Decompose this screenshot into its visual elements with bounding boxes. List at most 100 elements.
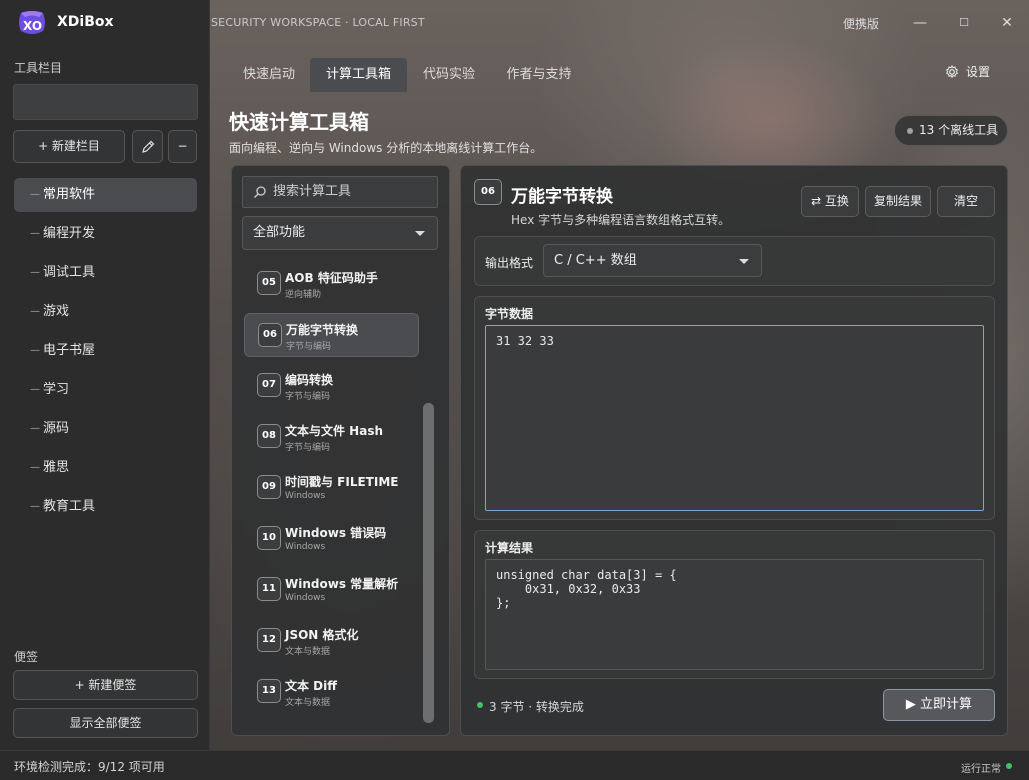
tool-category: 字节与编码: [286, 342, 332, 352]
tool-item-constants[interactable]: 11 Windows 常量解析 Windows: [244, 568, 419, 612]
toolbar-name-input[interactable]: [13, 84, 198, 120]
tool-name: Windows 常量解析: [285, 577, 399, 591]
app-logo-icon: XO: [19, 11, 45, 34]
settings-label: 设置: [966, 65, 991, 79]
sidebar-item-debug-tools[interactable]: — 调试工具: [14, 256, 197, 290]
sidebar-item-common-software[interactable]: — 常用软件: [14, 178, 197, 212]
tool-category: 文本与数据: [285, 647, 331, 657]
page-subtitle: 面向编程、逆向与 Windows 分析的本地离线计算工作台。: [229, 141, 543, 155]
search-placeholder: 搜索计算工具: [273, 184, 352, 199]
bullet-icon: —: [30, 423, 40, 434]
status-dot-icon: [477, 702, 483, 708]
tool-item-byte-convert[interactable]: 06 万能字节转换 字节与编码: [244, 313, 419, 357]
new-column-button[interactable]: + 新建栏目: [13, 130, 125, 163]
badge-label: 13 个离线工具: [919, 123, 999, 137]
sidebar-item-label: 雅思: [43, 460, 70, 475]
sidebar-item-education-tools[interactable]: — 教育工具: [14, 490, 197, 524]
output-format-select[interactable]: C / C++ 数组: [543, 244, 762, 277]
environment-status: 环境检测完成：9/12 项可用: [14, 760, 165, 774]
sidebar-item-programming[interactable]: — 编程开发: [14, 217, 197, 251]
clear-button[interactable]: 清空: [937, 186, 995, 217]
notes-section-label: 便签: [14, 650, 39, 664]
tab-quick-launch[interactable]: 快速启动: [231, 58, 307, 92]
sidebar-item-label: 游戏: [43, 304, 70, 319]
tool-category: Windows: [285, 593, 326, 603]
close-button[interactable]: ✕: [992, 10, 1022, 36]
tool-category: 逆向辅助: [285, 290, 322, 300]
chevron-down-icon: [739, 258, 749, 264]
swap-button[interactable]: ⇄ 互换: [801, 186, 859, 217]
sidebar-item-label: 教育工具: [43, 499, 96, 514]
result-output-textarea[interactable]: unsigned char data[3] = { 0x31, 0x32, 0x…: [485, 559, 984, 670]
sidebar-item-ielts[interactable]: — 雅思: [14, 451, 197, 485]
offline-tools-badge: 13 个离线工具: [894, 115, 1008, 146]
bullet-icon: —: [30, 501, 40, 512]
page-title: 快速计算工具箱: [229, 110, 369, 134]
tool-list-scrollbar[interactable]: [423, 403, 434, 723]
sidebar-item-label: 源码: [43, 421, 70, 436]
byte-input-textarea[interactable]: 31 32 33: [485, 325, 984, 511]
filter-value: 全部功能: [253, 225, 306, 240]
badge-dot-icon: [907, 128, 913, 134]
output-format-label: 输出格式: [485, 256, 534, 270]
edit-column-button[interactable]: [132, 130, 163, 163]
show-all-notes-button[interactable]: 显示全部便签: [13, 708, 198, 738]
pencil-icon: [141, 140, 154, 153]
tool-item-error-code[interactable]: 10 Windows 错误码 Windows: [244, 517, 419, 561]
tool-item-diff[interactable]: 13 文本 Diff 文本与数据: [244, 670, 419, 714]
tab-code-lab[interactable]: 代码实验: [410, 58, 488, 92]
tab-author-support[interactable]: 作者与支持: [495, 58, 583, 92]
tool-category: Windows: [285, 542, 326, 552]
chevron-down-icon: [415, 231, 425, 236]
tool-number: 13: [257, 679, 281, 703]
remove-column-button[interactable]: −: [168, 130, 197, 163]
minimize-button[interactable]: —: [905, 10, 935, 36]
detail-tool-number: 06: [474, 179, 502, 205]
tool-category: Windows: [285, 491, 326, 501]
settings-button[interactable]: 设置: [933, 59, 1003, 85]
maximize-button[interactable]: ☐: [949, 10, 979, 36]
tool-item-aob[interactable]: 05 AOB 特征码助手 逆向辅助: [244, 262, 419, 306]
bullet-icon: —: [30, 345, 40, 356]
tool-number: 05: [257, 271, 281, 295]
category-filter-select[interactable]: 全部功能: [242, 216, 438, 250]
tool-number: 09: [257, 475, 281, 499]
tool-name: 文本与文件 Hash: [285, 424, 384, 438]
run-calculation-button[interactable]: ▶ 立即计算: [883, 689, 995, 721]
tool-name: 万能字节转换: [286, 323, 359, 337]
tool-name: JSON 格式化: [285, 628, 359, 642]
bullet-icon: —: [30, 384, 40, 395]
tool-item-hash[interactable]: 08 文本与文件 Hash 字节与编码: [244, 415, 419, 459]
tool-item-json[interactable]: 12 JSON 格式化 文本与数据: [244, 619, 419, 663]
running-status: 运行正常: [961, 764, 1001, 775]
tool-search-input[interactable]: 搜索计算工具: [242, 176, 438, 208]
tool-item-timestamp[interactable]: 09 时间戳与 FILETIME Windows: [244, 466, 419, 510]
sidebar-item-games[interactable]: — 游戏: [14, 295, 197, 329]
tool-number: 06: [258, 323, 282, 347]
tool-number: 08: [257, 424, 281, 448]
sidebar-item-label: 编程开发: [43, 226, 96, 241]
sidebar-item-study[interactable]: — 学习: [14, 373, 197, 407]
copy-result-button[interactable]: 复制结果: [865, 186, 931, 217]
toolbar-section-label: 工具栏目: [14, 61, 63, 75]
sidebar: 工具栏目 + 新建栏目 − — 常用软件 — 编程开发 — 调试工具 — 游戏 — 电子书…: [0, 0, 210, 750]
title-bar: XO XDiBox SECURITY WORKSPACE · LOCAL FIR…: [0, 0, 1029, 48]
status-bar: 环境检测完成：9/12 项可用 运行正常: [0, 750, 1029, 780]
result-section-label: 计算结果: [485, 541, 534, 555]
sidebar-item-label: 调试工具: [43, 265, 96, 280]
tool-name: Windows 错误码: [285, 526, 387, 540]
tool-category: 字节与编码: [285, 392, 331, 402]
tool-item-encoding[interactable]: 07 编码转换 字节与编码: [244, 364, 419, 408]
sidebar-item-label: 电子书屋: [43, 343, 96, 358]
bullet-icon: —: [30, 267, 40, 278]
tab-calculator-toolbox[interactable]: 计算工具箱: [310, 58, 407, 92]
tool-number: 11: [257, 577, 281, 601]
sidebar-item-ebooks[interactable]: — 电子书屋: [14, 334, 197, 368]
new-note-button[interactable]: + 新建便签: [13, 670, 198, 700]
detail-subtitle: Hex 字节与多种编程语言数组格式互转。: [511, 213, 731, 227]
tool-name: 文本 Diff: [285, 679, 337, 693]
bullet-icon: —: [30, 228, 40, 239]
sidebar-item-source-code[interactable]: — 源码: [14, 412, 197, 446]
bullet-icon: —: [30, 462, 40, 473]
tool-name: 编码转换: [285, 373, 334, 387]
